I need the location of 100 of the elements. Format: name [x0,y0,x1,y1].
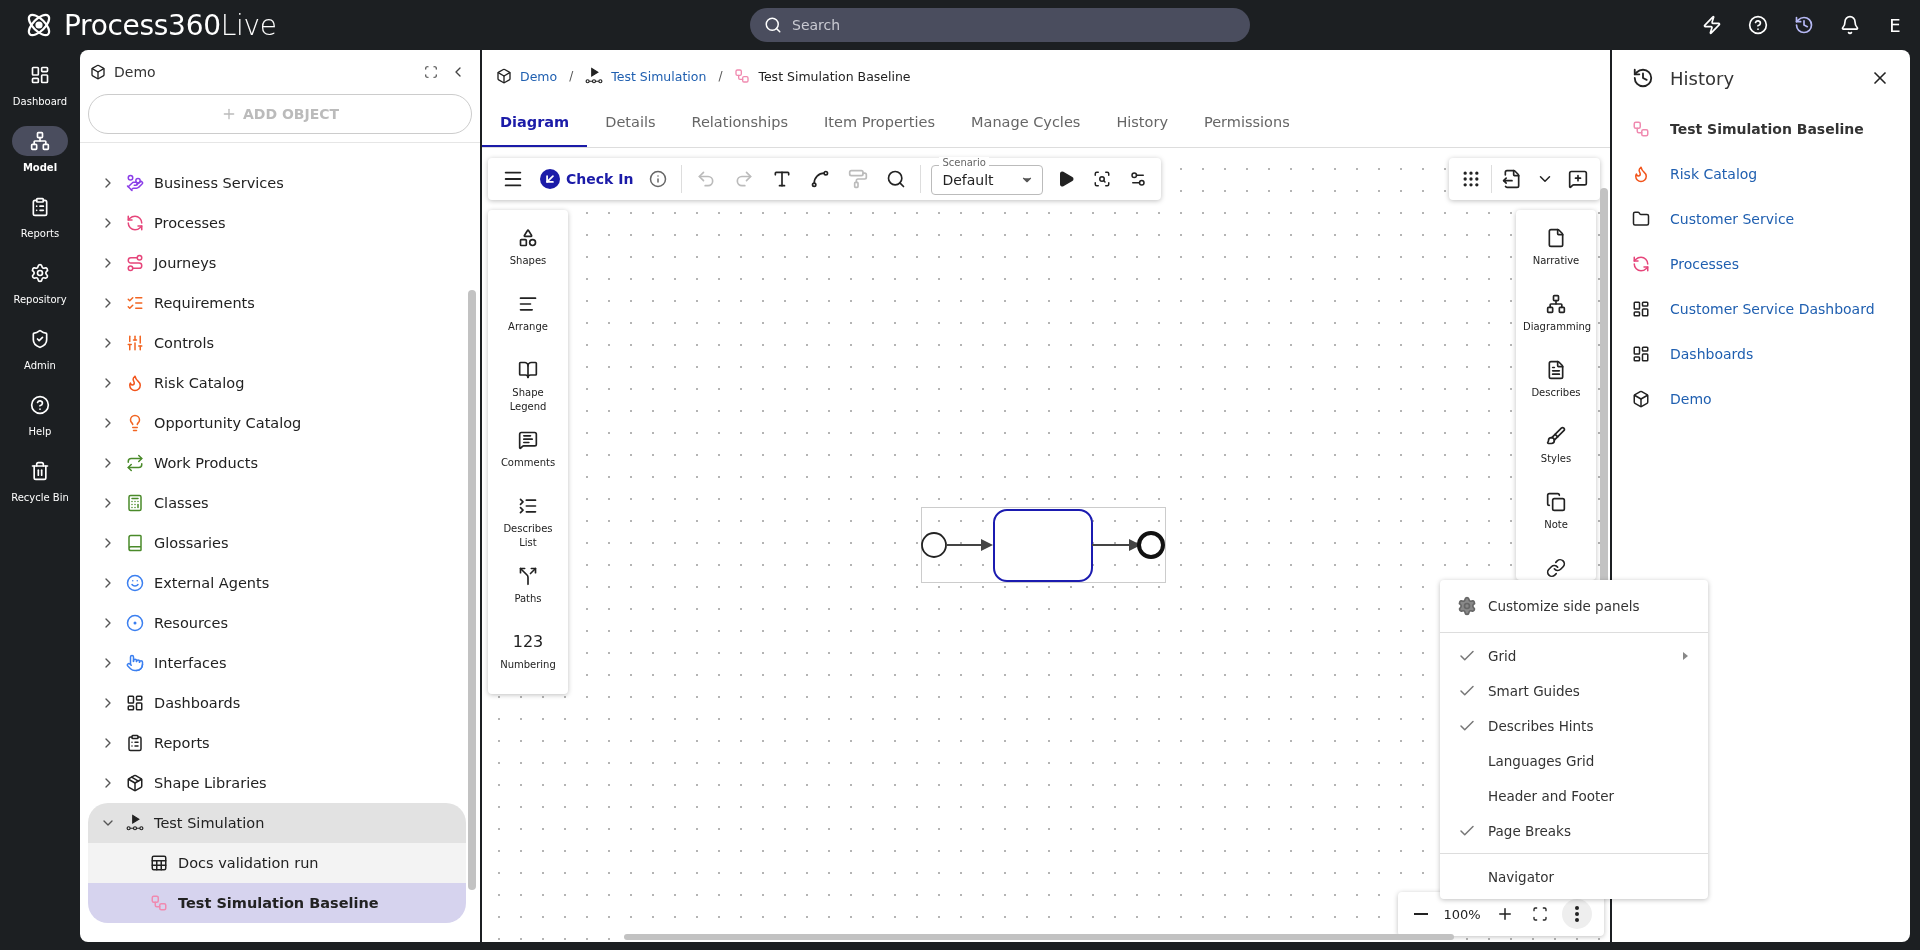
workflow-icon [1632,119,1650,138]
tree-item[interactable]: Classes [88,483,466,523]
check-in-button[interactable]: Check In [538,167,636,191]
tree-item[interactable]: Work Products [88,443,466,483]
tree-item-label: Business Services [154,175,284,191]
checklist-icon [126,294,144,312]
menu-item[interactable]: Smart Guides [1440,673,1708,708]
settings-icon [30,263,50,283]
nav-item[interactable]: Admin [1,324,79,371]
side-panel-button[interactable]: Diagramming [1516,282,1596,348]
tree-item[interactable]: Interfaces [88,643,466,683]
tree-item[interactable]: Docs validation run [88,843,466,883]
scenario-select[interactable]: Default [931,165,1044,195]
side-panel-button[interactable]: Arrange [488,282,568,348]
history-link[interactable]: Demo [1670,390,1712,407]
side-panel-label: Note [1544,518,1568,532]
repeat-icon [126,454,144,472]
nav-item[interactable]: Reports [1,192,79,239]
history-link[interactable]: Test Simulation Baseline [1670,120,1864,137]
menu-item[interactable]: Page Breaks [1440,813,1708,848]
tree-item[interactable]: Reports [88,723,466,763]
tree-item[interactable]: Dashboards [88,683,466,723]
scrollbar[interactable] [624,934,1454,940]
flame-icon [126,374,144,392]
tree-item-label: Opportunity Catalog [154,415,302,431]
tab[interactable]: Permissions [1185,98,1308,147]
history-link[interactable]: Processes [1670,255,1739,272]
tree-item-label: Shape Libraries [154,775,267,791]
scan-search-icon [1093,170,1112,188]
flame-icon [1632,164,1650,183]
text-size-icon [772,169,793,189]
side-panel-button[interactable]: Comments [488,418,568,484]
menu-item[interactable]: Languages Grid [1440,743,1708,778]
side-panel-label: Describes List [502,522,554,550]
breadcrumb-link[interactable]: Test Simulation [611,68,707,84]
tree-item[interactable]: Processes [88,203,466,243]
connector-icon [810,169,831,189]
tree-item[interactable]: Test Simulation Baseline [88,883,466,923]
menu-item[interactable]: Navigator [1440,859,1708,894]
clipboard-icon [126,734,144,752]
tree-item[interactable]: Resources [88,603,466,643]
tree-item[interactable]: Journeys [88,243,466,283]
cycle-arrows-icon [126,214,144,232]
tree-item[interactable]: Requirements [88,283,466,323]
menu-item[interactable]: Header and Footer [1440,778,1708,813]
scrollbar[interactable] [468,290,476,890]
tab[interactable]: History [1098,98,1186,147]
history-link[interactable]: Customer Service Dashboard [1670,300,1875,317]
side-panel-button[interactable]: Narrative [1516,216,1596,282]
nav-item[interactable]: Recycle Bin [1,456,79,503]
tree-item-label: Docs validation run [178,855,319,871]
tree-item[interactable]: Glossaries [88,523,466,563]
tree-item-label: Test Simulation Baseline [178,895,379,911]
settings-icon [1129,170,1148,188]
tab[interactable]: Item Properties [806,98,953,147]
side-panel-button[interactable]: Shape Legend [488,348,568,418]
history-link[interactable]: Customer Service [1670,210,1795,227]
side-panel-button[interactable]: Describes [1516,348,1596,414]
menu-item[interactable]: Customize side panels [1440,585,1708,627]
menu-item[interactable]: Grid [1440,638,1708,673]
nav-item[interactable]: Dashboard [1,60,79,107]
side-panel-label: Narrative [1532,254,1580,268]
search-icon [764,16,782,34]
search-icon [886,169,907,189]
tab[interactable]: Manage Cycles [953,98,1099,147]
side-panel-button[interactable]: Describes List [488,484,568,554]
notification-icon [1840,15,1860,35]
more-options-button[interactable] [1562,899,1592,929]
side-panel-button[interactable]: Paths [488,554,568,620]
network-icon [1546,294,1566,314]
history-icon [1794,15,1814,35]
side-panel-button[interactable]: Shapes [488,216,568,282]
tree-item[interactable]: Controls [88,323,466,363]
cube-icon [90,64,106,80]
nav-item[interactable]: Help [1,390,79,437]
menu-item-label: Navigator [1488,868,1556,885]
side-panel-button[interactable]: Note [1516,480,1596,546]
tree-item[interactable]: Shape Libraries [88,763,466,803]
side-panel-label: Shapes [509,254,547,268]
breadcrumb-link[interactable]: Demo [520,68,558,84]
tab[interactable]: Relationships [673,98,807,147]
side-panel-button[interactable]: Styles [1516,414,1596,480]
user-initial[interactable]: E [1884,14,1906,36]
expand-button[interactable] [422,63,440,81]
history-link[interactable]: Risk Catalog [1670,165,1758,182]
history-link[interactable]: Dashboards [1670,345,1754,362]
tree-item[interactable]: Opportunity Catalog [88,403,466,443]
menu-item[interactable]: Describes Hints [1440,708,1708,743]
side-panel-button[interactable]: 123 Numbering [488,620,568,686]
tree-item[interactable]: Business Services [88,163,466,203]
help-button[interactable] [1746,13,1770,37]
tree-item[interactable]: External Agents [88,563,466,603]
tree-item[interactable]: Risk Catalog [88,363,466,403]
tree-item[interactable]: Test Simulation [88,803,466,843]
search-field[interactable]: Search [750,8,1250,42]
nav-item[interactable]: Repository [1,258,79,305]
side-panel-label: Paths [514,592,542,606]
document-icon [1546,228,1566,248]
tab[interactable]: Details [587,98,674,147]
nav-item[interactable]: Model [1,126,79,173]
